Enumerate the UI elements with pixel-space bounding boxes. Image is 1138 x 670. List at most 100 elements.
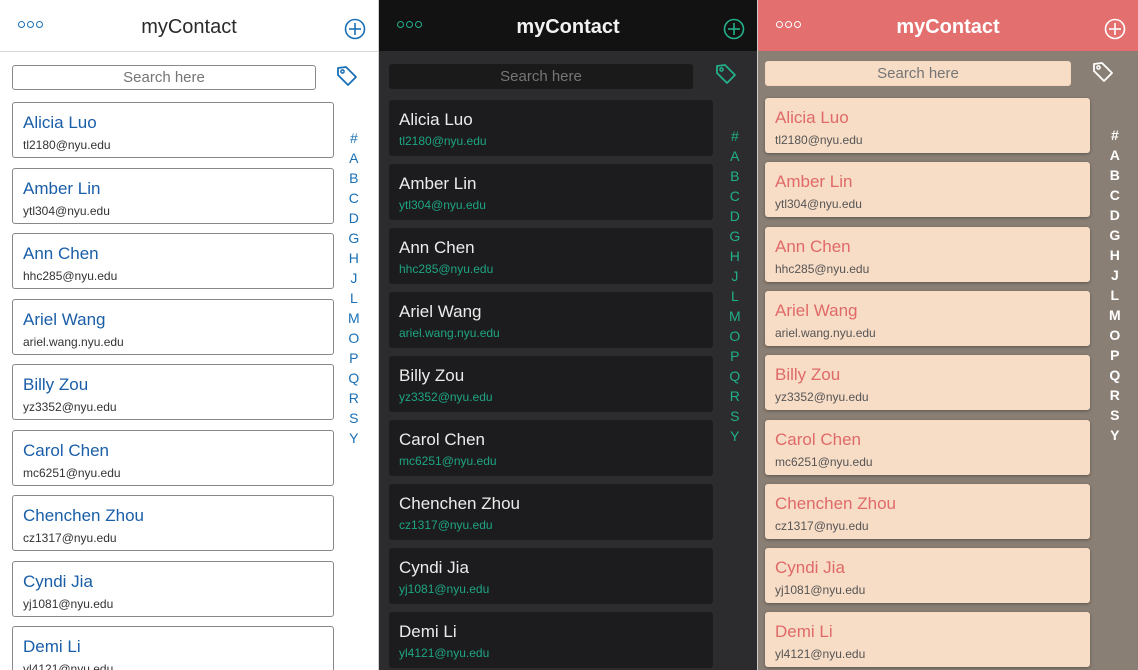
contact-card[interactable]: Amber Lin ytl304@nyu.edu bbox=[389, 164, 713, 220]
contact-card[interactable]: Billy Zou yz3352@nyu.edu bbox=[389, 356, 713, 412]
contact-name: Chenchen Zhou bbox=[399, 494, 520, 513]
index-letter[interactable]: H bbox=[349, 248, 359, 268]
tag-icon[interactable] bbox=[714, 62, 738, 86]
index-letter[interactable]: O bbox=[729, 326, 740, 346]
index-letter[interactable]: S bbox=[730, 406, 739, 426]
index-letter[interactable]: G bbox=[1109, 225, 1120, 245]
index-letter[interactable]: Q bbox=[729, 366, 740, 386]
contact-card[interactable]: Ann Chen hhc285@nyu.edu bbox=[765, 226, 1090, 282]
contact-email: hhc285@nyu.edu bbox=[23, 269, 118, 283]
index-letter[interactable]: M bbox=[729, 306, 741, 326]
contact-card[interactable]: Alicia Luo tl2180@nyu.edu bbox=[389, 100, 713, 156]
contact-name: Ann Chen bbox=[23, 244, 99, 263]
contact-name: Carol Chen bbox=[775, 429, 861, 449]
index-letter[interactable]: P bbox=[730, 346, 739, 366]
index-letter[interactable]: S bbox=[349, 408, 358, 428]
index-letter[interactable]: P bbox=[1110, 345, 1119, 365]
contact-card[interactable]: Ann Chen hhc285@nyu.edu bbox=[389, 228, 713, 284]
index-letter[interactable]: C bbox=[1110, 185, 1120, 205]
index-letter[interactable]: R bbox=[349, 388, 359, 408]
contact-name: Chenchen Zhou bbox=[23, 506, 144, 525]
contact-email: hhc285@nyu.edu bbox=[775, 261, 870, 276]
contact-card[interactable]: Alicia Luo tl2180@nyu.edu bbox=[12, 102, 334, 158]
index-letter[interactable]: R bbox=[730, 386, 740, 406]
index-letter[interactable]: A bbox=[349, 148, 358, 168]
contact-email: ariel.wang.nyu.edu bbox=[775, 325, 876, 340]
contact-card[interactable]: Cyndi Jia yj1081@nyu.edu bbox=[389, 548, 713, 604]
index-letter[interactable]: J bbox=[1111, 265, 1119, 285]
contact-card[interactable]: Demi Li yl4121@nyu.edu bbox=[389, 612, 713, 668]
index-letter[interactable]: D bbox=[349, 208, 359, 228]
index-letter[interactable]: D bbox=[730, 206, 740, 226]
contact-card[interactable]: Amber Lin ytl304@nyu.edu bbox=[765, 162, 1090, 218]
index-letter[interactable]: A bbox=[1110, 145, 1120, 165]
contact-card[interactable]: Chenchen Zhou cz1317@nyu.edu bbox=[765, 483, 1090, 539]
index-letter[interactable]: O bbox=[1109, 325, 1120, 345]
contact-card[interactable]: Demi Li yl4121@nyu.edu bbox=[12, 626, 334, 670]
contact-name: Cyndi Jia bbox=[23, 571, 93, 591]
plus-circle-icon[interactable] bbox=[1104, 18, 1126, 40]
index-letter[interactable]: # bbox=[731, 126, 739, 146]
contact-card[interactable]: Ann Chen hhc285@nyu.edu bbox=[12, 233, 334, 289]
alphabet-index: # A B C D G H J L M O P Q R S Y bbox=[348, 128, 360, 448]
index-letter[interactable]: # bbox=[350, 128, 358, 148]
index-letter[interactable]: L bbox=[1111, 285, 1120, 305]
index-letter[interactable]: H bbox=[1110, 245, 1120, 265]
contact-card[interactable]: Carol Chen mc6251@nyu.edu bbox=[389, 420, 713, 476]
index-letter[interactable]: R bbox=[1110, 385, 1120, 405]
contact-card[interactable]: Cyndi Jia yj1081@nyu.edu bbox=[765, 548, 1090, 604]
index-letter[interactable]: B bbox=[349, 168, 358, 188]
plus-circle-icon[interactable] bbox=[344, 18, 366, 40]
contact-card[interactable]: Billy Zou yz3352@nyu.edu bbox=[12, 364, 334, 420]
index-letter[interactable]: D bbox=[1110, 205, 1120, 225]
search-input[interactable] bbox=[12, 65, 316, 90]
index-letter[interactable]: Q bbox=[1109, 365, 1120, 385]
search-input[interactable] bbox=[389, 64, 693, 89]
contact-name: Carol Chen bbox=[23, 440, 109, 460]
index-letter[interactable]: J bbox=[350, 268, 357, 288]
index-letter[interactable]: # bbox=[1111, 125, 1119, 145]
index-letter[interactable]: G bbox=[348, 228, 359, 248]
contact-card[interactable]: Ariel Wang ariel.wang.nyu.edu bbox=[389, 292, 713, 348]
index-letter[interactable]: B bbox=[1110, 165, 1120, 185]
plus-circle-icon[interactable] bbox=[723, 18, 745, 40]
index-letter[interactable]: Y bbox=[730, 426, 739, 446]
index-letter[interactable]: A bbox=[730, 146, 739, 166]
light-theme-screen: myContact Alicia Luo tl2180@nyu.edu Amber … bbox=[0, 0, 378, 670]
coral-theme-screen: myContact Alicia Luo tl2180@nyu.edu Amber … bbox=[758, 0, 1138, 670]
search-input[interactable] bbox=[765, 61, 1071, 86]
contact-card[interactable]: Alicia Luo tl2180@nyu.edu bbox=[765, 98, 1090, 153]
index-letter[interactable]: Y bbox=[1110, 425, 1119, 445]
tag-icon[interactable] bbox=[335, 64, 359, 88]
contact-card[interactable]: Chenchen Zhou cz1317@nyu.edu bbox=[12, 495, 334, 551]
contact-card[interactable]: Ariel Wang ariel.wang.nyu.edu bbox=[765, 290, 1090, 346]
index-letter[interactable]: L bbox=[731, 286, 739, 306]
index-letter[interactable]: O bbox=[348, 328, 359, 348]
index-letter[interactable]: B bbox=[730, 166, 739, 186]
index-letter[interactable]: H bbox=[730, 246, 740, 266]
contact-card[interactable]: Amber Lin ytl304@nyu.edu bbox=[12, 167, 334, 224]
index-letter[interactable]: M bbox=[348, 308, 360, 328]
contact-card[interactable]: Cyndi Jia yj1081@nyu.edu bbox=[12, 560, 334, 617]
index-letter[interactable]: C bbox=[730, 186, 740, 206]
contact-name: Amber Lin bbox=[23, 178, 101, 198]
app-header: myContact bbox=[379, 0, 757, 51]
index-letter[interactable]: M bbox=[1109, 305, 1121, 325]
contact-card[interactable]: Demi Li yl4121@nyu.edu bbox=[765, 612, 1090, 668]
index-letter[interactable]: G bbox=[729, 226, 740, 246]
index-letter[interactable]: Q bbox=[348, 368, 359, 388]
contact-name: Alicia Luo bbox=[23, 113, 97, 132]
index-letter[interactable]: S bbox=[1110, 405, 1119, 425]
contact-card[interactable]: Chenchen Zhou cz1317@nyu.edu bbox=[389, 484, 713, 540]
contact-card[interactable]: Carol Chen mc6251@nyu.edu bbox=[765, 419, 1090, 475]
contact-card[interactable]: Ariel Wang ariel.wang.nyu.edu bbox=[12, 298, 334, 355]
index-letter[interactable]: Y bbox=[349, 428, 358, 448]
index-letter[interactable]: P bbox=[349, 348, 358, 368]
index-letter[interactable]: L bbox=[350, 288, 358, 308]
contact-card[interactable]: Billy Zou yz3352@nyu.edu bbox=[765, 355, 1090, 411]
index-letter[interactable]: C bbox=[349, 188, 359, 208]
index-letter[interactable]: J bbox=[731, 266, 738, 286]
tag-icon[interactable] bbox=[1091, 60, 1115, 84]
contact-card[interactable]: Carol Chen mc6251@nyu.edu bbox=[12, 429, 334, 486]
contact-name: Demi Li bbox=[775, 622, 833, 642]
